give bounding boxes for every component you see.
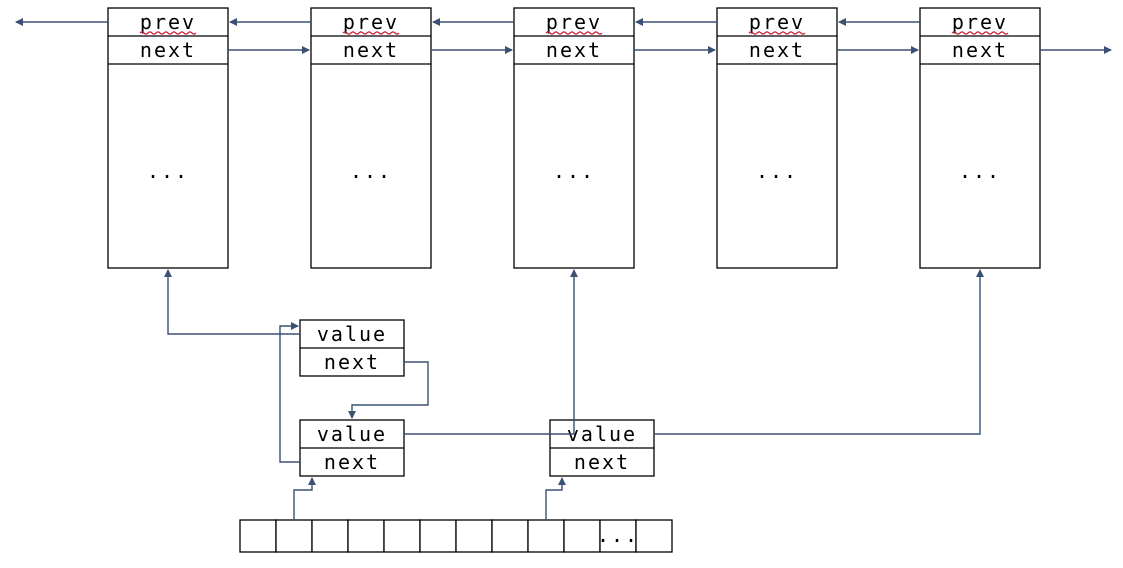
field-prev: prev (140, 10, 196, 34)
hash-cell (348, 520, 384, 552)
doubly-linked-node: prev next... (311, 8, 431, 268)
field-prev: prev (952, 10, 1008, 34)
ellipsis: ... (756, 159, 798, 183)
ellipsis: ... (959, 159, 1001, 183)
field-next: next (546, 38, 602, 62)
field-next: next (324, 450, 380, 474)
bucket-node-b: value next (300, 420, 404, 476)
hash-cell (528, 520, 564, 552)
field-next: next (140, 38, 196, 62)
ellipsis: ... (147, 159, 189, 183)
field-prev: prev (343, 10, 399, 34)
hash-array: ... (240, 520, 672, 552)
field-next: next (574, 450, 630, 474)
hash-cell (420, 520, 456, 552)
field-value: value (317, 422, 387, 446)
hash-cell (456, 520, 492, 552)
ellipsis: ... (597, 523, 639, 547)
hash-cell (492, 520, 528, 552)
field-prev: prev (546, 10, 602, 34)
doubly-linked-node: prev next... (920, 8, 1040, 268)
doubly-linked-node: prev next... (717, 8, 837, 268)
ellipsis: ... (350, 159, 392, 183)
field-value: value (567, 422, 637, 446)
bucket-node-a: value next (300, 320, 404, 376)
field-next: next (952, 38, 1008, 62)
field-value: value (317, 322, 387, 346)
hash-cell (384, 520, 420, 552)
doubly-linked-node: prev next... (514, 8, 634, 268)
hash-cell (276, 520, 312, 552)
hash-cell (312, 520, 348, 552)
hash-cell (564, 520, 600, 552)
field-next: next (343, 38, 399, 62)
doubly-linked-node: prev next... (108, 8, 228, 268)
hash-cell (240, 520, 276, 552)
hash-cell (636, 520, 672, 552)
ellipsis: ... (553, 159, 595, 183)
field-prev: prev (749, 10, 805, 34)
field-next: next (749, 38, 805, 62)
bucket-node-c: value next (550, 420, 654, 476)
field-next: next (324, 350, 380, 374)
